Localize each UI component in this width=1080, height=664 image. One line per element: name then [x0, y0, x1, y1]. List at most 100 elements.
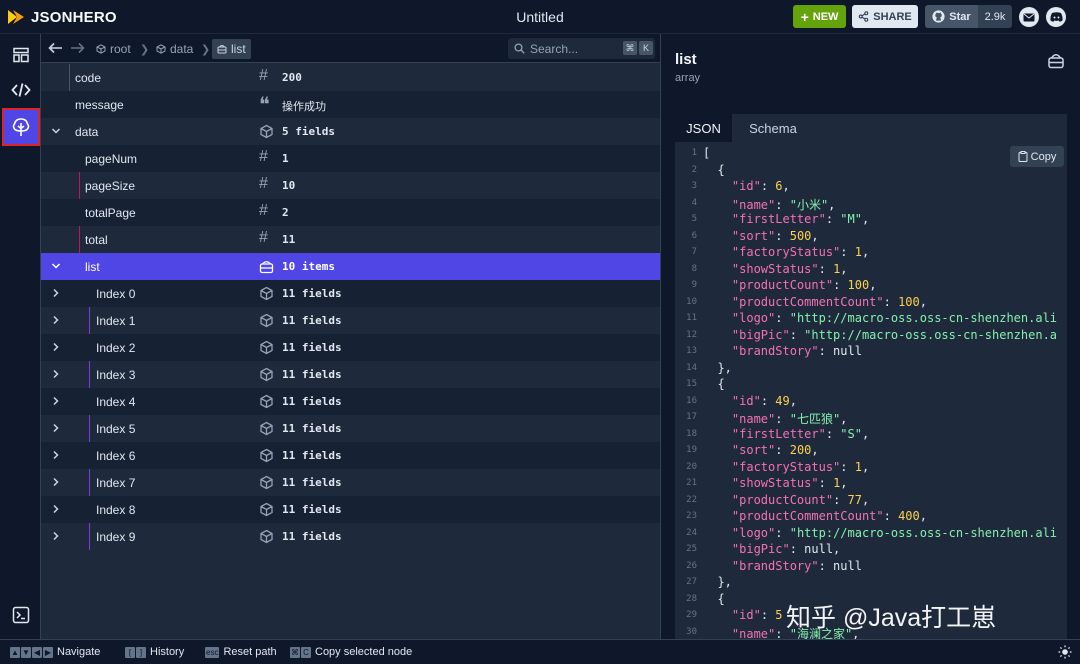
tree-row-value: 11 [282, 233, 296, 246]
github-star-button[interactable]: Star [925, 5, 978, 28]
code-text: { [703, 162, 725, 177]
tree-view: code # 200 message ❝ 操作成功 data 5 fields … [41, 64, 660, 639]
tree-row-index-5[interactable]: Index 5 11 fields [41, 415, 660, 442]
breadcrumb-data[interactable]: data [151, 39, 198, 59]
tree-row-key: Index 9 [96, 530, 136, 544]
code-text: "productCount": 77, [731, 492, 870, 507]
shortcut-key: ⌘ [623, 41, 637, 55]
line-number: 21 [686, 478, 697, 488]
tree-row-index-0[interactable]: Index 0 11 fields [41, 280, 660, 307]
tree-row-value: 10 items [282, 260, 335, 273]
tab-json[interactable]: JSON [675, 114, 732, 142]
tree-row-key: Index 4 [96, 395, 136, 409]
key-right: ▶ [43, 646, 53, 658]
line-number: 1 [691, 148, 697, 158]
chevron-right-icon[interactable] [50, 287, 62, 299]
code-icon [11, 83, 31, 97]
app-logo[interactable]: JSONHERO [7, 8, 117, 26]
hint-copy-node: ⌘ C Copy selected node [290, 646, 412, 658]
code-line: 9 "productCount": 100, [675, 278, 1067, 294]
code-line: 17 "name": "七匹狼", [675, 410, 1067, 426]
chevron-right-icon[interactable] [50, 314, 62, 326]
tree-row-pagenum[interactable]: pageNum # 1 [41, 145, 660, 172]
array-icon [217, 45, 227, 54]
left-rail [0, 34, 41, 639]
tree-row-index-8[interactable]: Index 8 11 fields [41, 496, 660, 523]
number-icon: # [259, 67, 268, 84]
terminal-icon [12, 606, 30, 624]
search-input[interactable]: Search... ⌘ K [508, 38, 655, 59]
line-number: 9 [691, 280, 697, 290]
tree-row-value: 10 [282, 179, 296, 192]
tree-row-index-9[interactable]: Index 9 11 fields [41, 523, 660, 550]
line-number: 6 [691, 230, 697, 241]
path-bar: root ❯ data ❯ list Search... ⌘ K [41, 34, 660, 63]
tree-row-value: 1 [282, 152, 289, 165]
tree-row-index-3[interactable]: Index 3 11 fields [41, 361, 660, 388]
editor-view-button[interactable] [4, 73, 38, 107]
tree-row-code[interactable]: code # 200 [41, 64, 660, 91]
tree-row-message[interactable]: message ❝ 操作成功 [41, 91, 660, 118]
tree-row-totalpage[interactable]: totalPage # 2 [41, 199, 660, 226]
code-line: 6 "sort": 500, [675, 229, 1067, 245]
back-arrow-icon[interactable] [48, 42, 63, 54]
chevron-down-icon[interactable] [50, 125, 62, 137]
tree-row-index-1[interactable]: Index 1 11 fields [41, 307, 660, 334]
code-text: [ [703, 146, 711, 160]
new-button[interactable]: + NEW [793, 5, 846, 28]
tree-row-index-4[interactable]: Index 4 11 fields [41, 388, 660, 415]
tree-row-data[interactable]: data 5 fields [41, 118, 660, 145]
tree-view-button[interactable] [2, 108, 40, 146]
chevron-right-icon[interactable] [50, 503, 62, 515]
code-line: 27 }, [675, 575, 1067, 591]
tree-row-key: total [85, 233, 108, 247]
chevron-down-icon[interactable] [50, 260, 62, 272]
breadcrumb-root[interactable]: root [91, 39, 136, 59]
tree-row-list[interactable]: list 10 items [41, 253, 660, 280]
code-line: 8 "showStatus": 1, [675, 262, 1067, 278]
share-button[interactable]: SHARE [852, 5, 918, 28]
code-line: 21 "showStatus": 1, [675, 476, 1067, 492]
key-c: C [301, 646, 311, 658]
discord-button[interactable] [1046, 7, 1066, 27]
chevron-right-icon[interactable] [50, 395, 62, 407]
json-code-view[interactable]: Copy 1[2 {3 "id": 6, 4 "name": "小米", 5 "fi… [675, 142, 1067, 639]
terminal-button[interactable] [4, 598, 38, 632]
code-line: 18 "firstLetter": "S", [675, 427, 1067, 443]
theme-toggle-sun-icon[interactable] [1058, 645, 1072, 659]
tree-row-pagesize[interactable]: pageSize # 10 [41, 172, 660, 199]
mail-button[interactable] [1019, 7, 1039, 27]
hint-label: Copy selected node [315, 646, 413, 658]
code-text: }, [703, 360, 732, 375]
tab-schema[interactable]: Schema [732, 114, 814, 142]
chevron-right-icon[interactable] [50, 368, 62, 380]
chevron-right-icon[interactable] [50, 476, 62, 488]
tree-row-total[interactable]: total # 11 [41, 226, 660, 253]
chevron-right-icon[interactable] [50, 341, 62, 353]
code-text: "bigPic": null, [731, 542, 841, 556]
key-cmd: ⌘ [290, 646, 300, 658]
cube-icon [260, 286, 273, 301]
tree-row-key: code [75, 71, 102, 85]
status-bar: ▲ ▼ ◀ ▶ Navigate [ ] History esc Reset p… [0, 639, 1080, 664]
chevron-right-icon[interactable] [50, 530, 62, 542]
tree-row-index-6[interactable]: Index 6 11 fields [41, 442, 660, 469]
tree-row-index-2[interactable]: Index 2 11 fields [41, 334, 660, 361]
app-logo-text: JSONHERO [31, 8, 117, 26]
tree-row-index-7[interactable]: Index 7 11 fields [41, 469, 660, 496]
star-count[interactable]: 2.9k [978, 5, 1012, 28]
line-number: 24 [686, 527, 697, 538]
code-line: 15 { [675, 377, 1067, 393]
watermark: 知乎 @Java打工崽 [786, 598, 996, 634]
breadcrumb-label: data [170, 42, 194, 56]
tree-row-key: list [85, 260, 100, 274]
breadcrumb-list[interactable]: list [212, 39, 251, 59]
chevron-right-icon[interactable] [50, 422, 62, 434]
column-view-button[interactable] [4, 38, 38, 72]
cube-icon [156, 44, 166, 54]
shortcut-key: K [639, 41, 653, 55]
forward-arrow-icon[interactable] [70, 42, 85, 54]
chevron-right-icon[interactable] [50, 449, 62, 461]
key-bracket-right: ] [136, 646, 146, 658]
panel-title: list [675, 51, 697, 68]
